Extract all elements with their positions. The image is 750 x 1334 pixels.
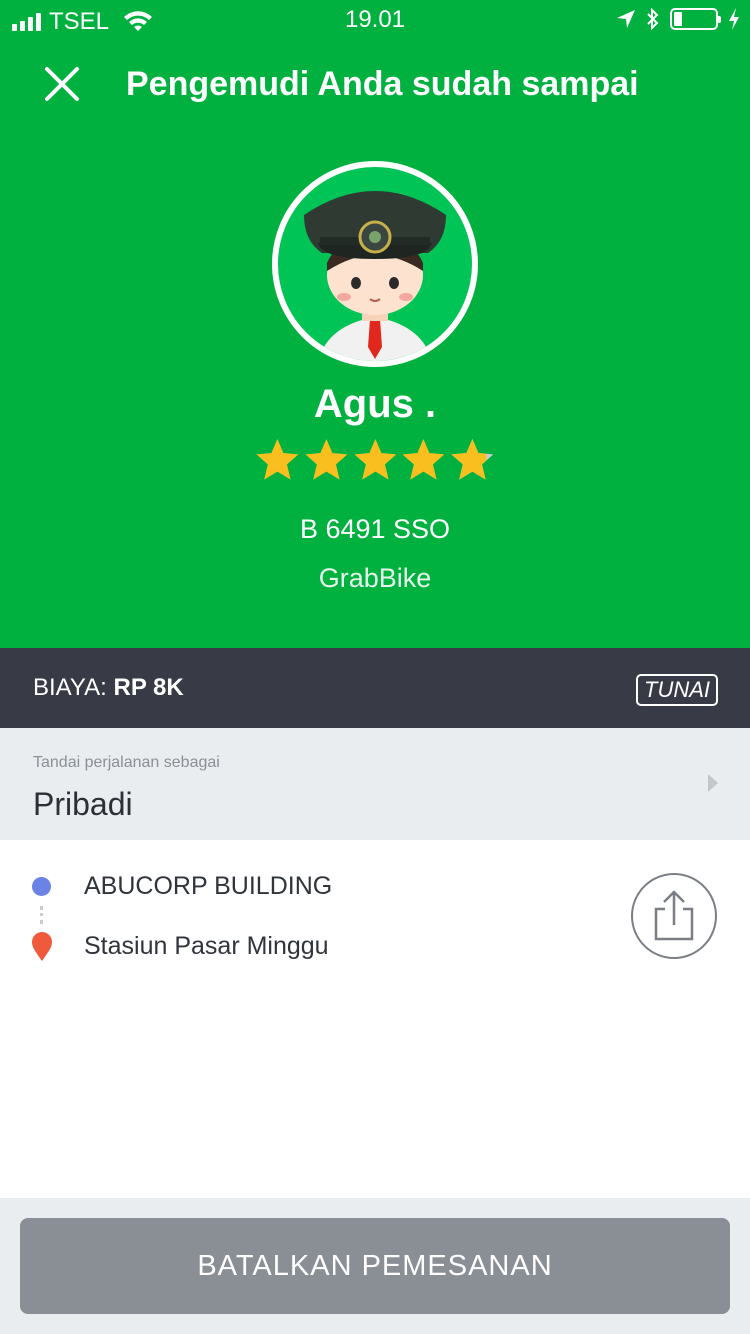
star-icon <box>305 439 348 480</box>
cancel-booking-button[interactable]: BATALKAN PEMESANAN <box>20 1218 730 1314</box>
pickup-location: ABUCORP BUILDING <box>84 872 333 900</box>
star-icon <box>353 439 396 480</box>
driver-name: Agus . <box>313 382 437 426</box>
location-arrow-icon <box>617 10 635 28</box>
footer: BATALKAN PEMESANAN <box>0 1198 750 1334</box>
page-title: Pengemudi Anda sudah sampai <box>126 65 639 103</box>
status-bar: TSEL 19.01 <box>0 0 750 40</box>
vehicle-type: GrabBike <box>318 563 432 593</box>
pickup-dot-icon <box>32 877 51 896</box>
chevron-right-icon <box>708 774 718 792</box>
fare-caption: BIAYA: <box>33 674 114 701</box>
battery-fill <box>674 12 682 26</box>
star-icon <box>402 439 445 480</box>
route-details: ABUCORP BUILDING Stasiun Pasar Minggu <box>0 840 750 1198</box>
trip-tag-caption: Tandai perjalanan sebagai <box>33 754 220 771</box>
driver-avatar <box>272 161 478 367</box>
fare-label: BIAYA: RP 8K <box>33 674 184 702</box>
trip-tag-selector[interactable]: Tandai perjalanan sebagai Pribadi <box>0 728 750 840</box>
license-plate: B 6491 SSO <box>299 514 451 544</box>
driver-arrived-header: TSEL 19.01 Pengemudi Anda sudah sampai A… <box>0 0 750 648</box>
dropoff-location: Stasiun Pasar Minggu <box>84 932 329 960</box>
close-icon <box>45 67 79 101</box>
fare-bar: BIAYA: RP 8K TUNAI <box>0 648 750 728</box>
fare-amount: RP 8K <box>113 674 184 701</box>
share-trip-button[interactable] <box>631 873 717 959</box>
driver-rating <box>253 436 497 486</box>
battery-icon <box>670 8 721 30</box>
trip-tag-value: Pribadi <box>33 786 133 822</box>
driver-avatar-illustration <box>304 191 446 361</box>
status-right <box>616 7 740 31</box>
partial-star-icon <box>451 439 494 480</box>
bluetooth-icon <box>647 7 659 31</box>
payment-method-badge: TUNAI <box>636 674 718 706</box>
route-connector <box>40 906 43 924</box>
share-icon <box>654 890 694 941</box>
close-button[interactable] <box>40 62 84 106</box>
charging-bolt-icon <box>729 8 739 30</box>
star-icon <box>256 439 299 480</box>
dropoff-pin-icon <box>32 932 52 961</box>
